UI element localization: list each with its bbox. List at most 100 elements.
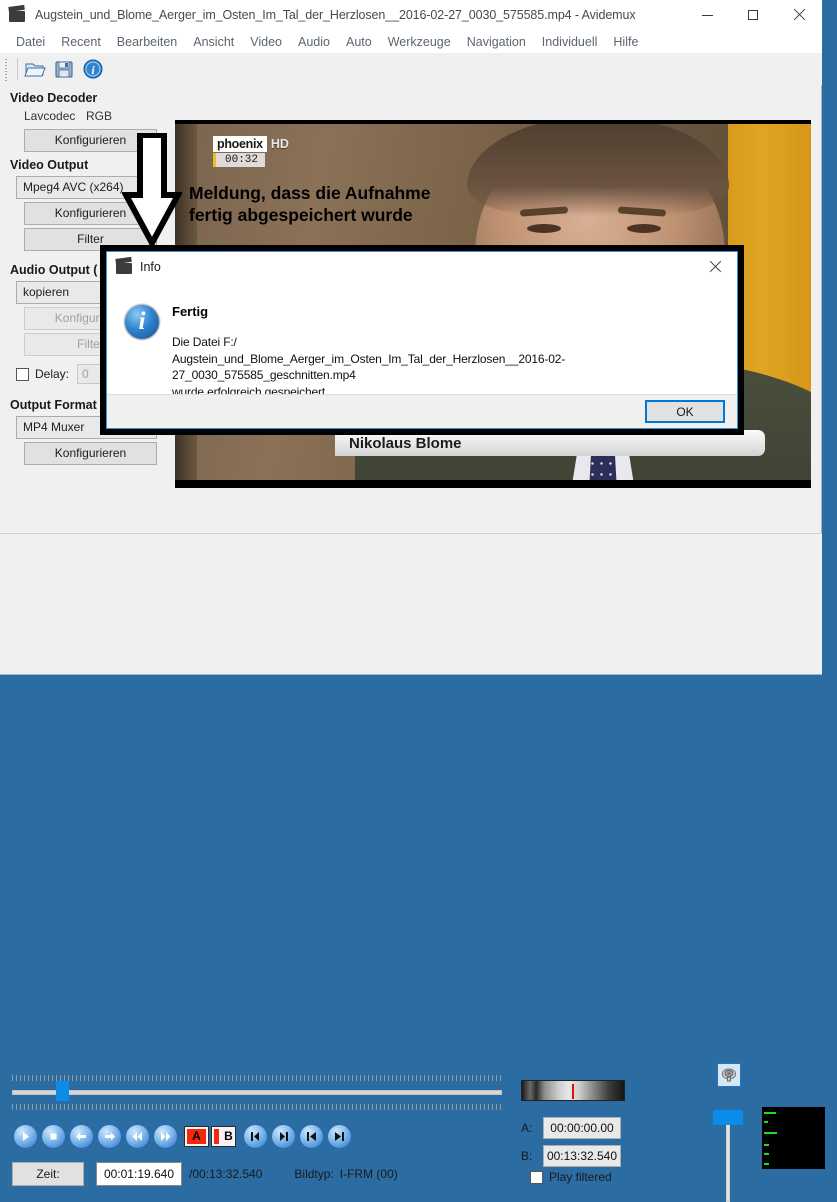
window-controls [684,0,822,30]
annotation-line-2: fertig abgespeichert wurde [189,205,413,225]
menu-ansicht[interactable]: Ansicht [185,33,242,51]
start-icon [306,1131,316,1141]
menu-individuell[interactable]: Individuell [534,33,606,51]
marker-b-input[interactable]: 00:13:32.540 [543,1145,621,1167]
info-icon: i [83,59,103,79]
marker-a-input[interactable]: 00:00:00.00 [543,1117,621,1139]
prev-keyframe-button[interactable] [242,1123,268,1149]
decoder-info-row: Lavcodec RGB [24,109,175,123]
open-file-icon [24,63,46,77]
menu-audio[interactable]: Audio [290,33,338,51]
decoder-codec-label: Lavcodec [24,109,76,123]
stop-button[interactable] [40,1123,66,1149]
close-button[interactable] [776,0,822,30]
dialog-close-button[interactable] [693,252,737,282]
step-back-button[interactable] [68,1123,94,1149]
menu-hilfe[interactable]: Hilfe [605,33,646,51]
minimize-button[interactable] [684,0,730,30]
info-dialog-highlight: Info Fertig Die Datei F:/ Augstein_und_B… [100,245,744,435]
vu-meter-needle [572,1084,574,1099]
minimize-icon [701,14,713,16]
menu-navigation[interactable]: Navigation [459,33,534,51]
menu-video[interactable]: Video [242,33,290,51]
bottom-control-bar: A B Zeit: 00:01:19.640 /00:13:32.540 Bil… [0,533,825,1202]
audio-scope [762,1107,825,1169]
menu-datei[interactable]: Datei [8,33,53,51]
menu-recent[interactable]: Recent [53,33,109,51]
speaker-button[interactable] [717,1063,741,1087]
stop-icon [50,1133,56,1139]
clapperboard-icon [116,259,132,275]
next-keyframe-button[interactable] [270,1123,296,1149]
mark-a-label: A [192,1129,201,1143]
step-forward-button[interactable] [96,1123,122,1149]
play-icon [22,1131,29,1141]
save-file-button[interactable] [50,55,78,83]
skip-right-icon [279,1131,288,1141]
fast-forward-button[interactable] [152,1123,178,1149]
play-filtered-label: Play filtered [549,1170,612,1184]
audio-delay-checkbox[interactable] [16,367,29,381]
maximize-icon [748,10,758,20]
output-format-configure-button[interactable]: Konfigurieren [24,442,157,465]
channel-logo-name: phoenix [213,136,267,152]
annotation-line-1: Meldung, dass die Aufnahme [189,183,431,203]
window-title: Augstein_und_Blome_Aerger_im_Osten_Im_Ta… [35,8,636,22]
clapperboard-icon [9,7,26,24]
play-button[interactable] [12,1123,38,1149]
save-file-icon [55,61,73,78]
current-time-input[interactable]: 00:01:19.640 [96,1162,182,1186]
volume-slider-track[interactable] [726,1112,730,1202]
lower-third-name: Nikolaus Blome [349,434,462,452]
frametype-value: I-FRM (00) [339,1167,398,1181]
toolbar: i [0,53,822,85]
channel-logo: phoenix HD [213,136,289,152]
dialog-message: Die Datei F:/ Augstein_und_Blome_Aerger_… [172,335,566,399]
timeline-slider-thumb[interactable] [56,1081,69,1101]
preview-letterbox-top [175,120,811,124]
annotation-overlay-text: Meldung, dass die Aufnahme fertig abgesp… [189,182,430,226]
preview-subject-eye-right [627,224,661,233]
go-start-button[interactable] [298,1123,324,1149]
audio-output-value: kopieren [23,285,70,299]
menu-auto[interactable]: Auto [338,33,380,51]
info-dialog: Info Fertig Die Datei F:/ Augstein_und_B… [106,251,738,429]
toolbar-separator [17,58,18,80]
marker-b-label: B: [521,1149,533,1163]
play-filtered-row: Play filtered [530,1170,612,1184]
info-button[interactable]: i [79,55,107,83]
dialog-ok-button[interactable]: OK [645,400,725,423]
time-row: Zeit: 00:01:19.640 /00:13:32.540 Bildtyp… [12,1162,398,1186]
go-end-button[interactable] [326,1123,352,1149]
zeit-button[interactable]: Zeit: [12,1162,84,1186]
dialog-body: Fertig Die Datei F:/ Augstein_und_Blome_… [107,282,737,399]
menu-bearbeiten[interactable]: Bearbeiten [109,33,185,51]
marker-b-row: B: 00:13:32.540 [521,1145,621,1167]
dialog-title-bar: Info [107,252,737,282]
channel-logo-hd: HD [270,137,289,151]
arrow-right-icon [104,1132,115,1140]
marker-a-label: A: [521,1121,533,1135]
volume-slider-thumb[interactable] [713,1110,743,1125]
timeline-slider-track[interactable] [12,1090,502,1095]
mark-b-button[interactable]: B [211,1125,236,1147]
skip-left-icon [250,1131,259,1141]
maximize-button[interactable] [730,0,776,30]
play-filtered-checkbox[interactable] [530,1170,543,1184]
toolbar-grip[interactable] [3,57,10,81]
avidemux-window: Augstein_und_Blome_Aerger_im_Osten_Im_Ta… [0,0,825,1202]
double-left-icon [132,1131,142,1141]
frametype-label: Bildtyp: [294,1167,334,1181]
open-file-button[interactable] [21,55,49,83]
dialog-footer: OK [107,394,737,428]
menu-werkzeuge[interactable]: Werkzeuge [380,33,459,51]
mark-a-button[interactable]: A [184,1125,209,1147]
preview-subject-eye-left [527,224,561,233]
marker-a-row: A: 00:00:00.00 [521,1117,621,1139]
double-right-icon [160,1131,170,1141]
transport-controls: A B [12,1123,354,1149]
rewind-button[interactable] [124,1123,150,1149]
arrow-left-icon [75,1132,86,1140]
video-decoder-title: Video Decoder [10,91,98,105]
annotation-arrow-down-icon [120,132,184,250]
